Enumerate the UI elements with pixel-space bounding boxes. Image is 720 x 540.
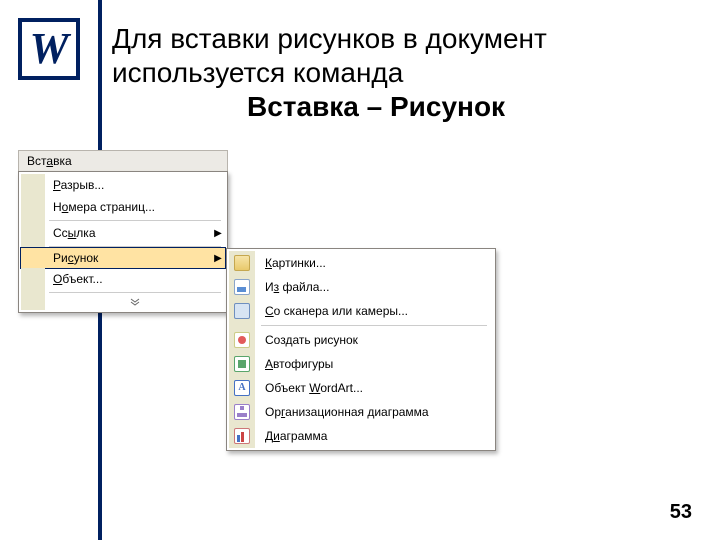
menu-item-label: Объект... <box>45 272 211 286</box>
page-number: 53 <box>670 501 692 524</box>
shape-icon <box>229 352 255 376</box>
submenu-item[interactable]: Со сканера или камеры... <box>229 299 493 323</box>
submenu-item-label: Картинки... <box>255 256 493 270</box>
submenu-item[interactable]: Организационная диаграмма <box>229 400 493 424</box>
app-logo-letter: W <box>29 27 68 71</box>
submenu-item-label: Диаграмма <box>255 429 493 443</box>
cam-icon <box>229 299 255 323</box>
picture-submenu: Картинки... Из файла... Со сканера или кам… <box>226 248 496 451</box>
submenu-item[interactable]: Картинки... <box>229 251 493 275</box>
menu-item[interactable]: Номера страниц... <box>21 196 225 218</box>
submenu-arrow-icon: ▶ <box>211 228 225 239</box>
insert-menu: Вставка Разрыв... Номера страниц... Ссылка… <box>18 150 228 313</box>
submenu-item[interactable]: Создать рисунок <box>229 328 493 352</box>
chart-icon <box>229 424 255 448</box>
menu-dropdown: Разрыв...Номера страниц...Ссылка▶Рисунок… <box>18 171 228 313</box>
menu-item-label: Разрыв... <box>45 178 211 192</box>
menu-title[interactable]: Вставка <box>18 150 228 171</box>
menu-item[interactable]: Объект... <box>21 268 225 290</box>
submenu-item[interactable]: Из файла... <box>229 275 493 299</box>
menu-item-label: Номера страниц... <box>45 200 211 214</box>
expand-menu-button[interactable] <box>21 294 225 310</box>
heading-line-2: Вставка – Рисунок <box>112 90 696 124</box>
menu-item-label: Ссылка <box>45 226 211 240</box>
menu-item-iconcol <box>21 174 45 196</box>
menu-item[interactable]: Ссылка▶ <box>21 222 225 244</box>
menu-item-iconcol <box>21 196 45 218</box>
menu-item[interactable]: Разрыв... <box>21 174 225 196</box>
submenu-item-label: Создать рисунок <box>255 333 493 347</box>
submenu-item[interactable]: AОбъект WordArt... <box>229 376 493 400</box>
app-logo: W <box>18 18 80 80</box>
menu-item[interactable]: Рисунок▶ <box>20 247 226 269</box>
submenu-item[interactable]: Диаграмма <box>229 424 493 448</box>
org-icon <box>229 400 255 424</box>
file-icon <box>229 275 255 299</box>
draw-icon <box>229 328 255 352</box>
slide-heading: Для вставки рисунков в документ использу… <box>112 22 696 124</box>
submenu-arrow-icon: ▶ <box>211 253 225 264</box>
submenu-item-label: Объект WordArt... <box>255 381 493 395</box>
wart-icon: A <box>229 376 255 400</box>
menu-item-iconcol <box>21 222 45 244</box>
pic-icon <box>229 251 255 275</box>
submenu-item-label: Организационная диаграмма <box>255 405 493 419</box>
heading-line-1: Для вставки рисунков в документ использу… <box>112 23 547 88</box>
submenu-item-label: Из файла... <box>255 280 493 294</box>
submenu-item-label: Со сканера или камеры... <box>255 304 493 318</box>
submenu-item-label: Автофигуры <box>255 357 493 371</box>
submenu-item[interactable]: Автофигуры <box>229 352 493 376</box>
menu-item-iconcol <box>21 268 45 290</box>
menu-item-iconcol <box>21 248 45 268</box>
menu-item-label: Рисунок <box>45 251 211 265</box>
